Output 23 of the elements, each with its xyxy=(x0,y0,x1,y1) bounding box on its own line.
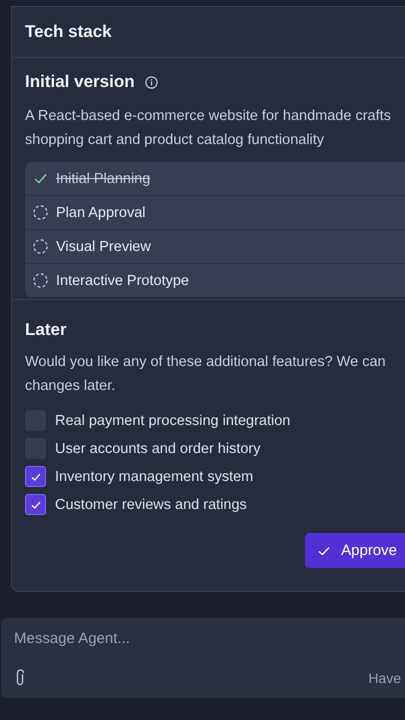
step-label: Initial Planning xyxy=(56,170,150,186)
section-title: Tech stack xyxy=(25,22,112,42)
checkbox[interactable] xyxy=(25,466,46,487)
message-composer[interactable]: Message Agent... Have xyxy=(1,618,405,698)
section-title: Later xyxy=(25,320,67,339)
prompt-text: changes later. xyxy=(25,377,116,396)
step-label: Visual Preview xyxy=(56,238,151,254)
feature-label: Real payment processing integration xyxy=(55,412,290,428)
hint-text: Have xyxy=(368,670,401,686)
message-input[interactable]: Message Agent... xyxy=(14,626,374,651)
feature-label: User accounts and order history xyxy=(55,440,261,456)
step-label: Interactive Prototype xyxy=(56,272,189,288)
feature-label: Customer reviews and ratings xyxy=(55,496,247,512)
section-title: Initial version xyxy=(25,72,135,92)
checkbox[interactable] xyxy=(25,494,46,515)
prompt-text: Would you like any of these additional features? We can xyxy=(25,353,387,372)
approve-button[interactable]: Approve xyxy=(305,533,405,568)
info-icon[interactable] xyxy=(144,76,158,88)
step-label: Plan Approval xyxy=(56,204,146,220)
description-text: A React-based e-commerce website for handmade crafts xyxy=(25,107,392,126)
feature-label: Inventory management system xyxy=(55,468,254,484)
description-text: shopping cart and product catalog functionality xyxy=(25,131,326,150)
paperclip-icon[interactable] xyxy=(14,669,26,687)
